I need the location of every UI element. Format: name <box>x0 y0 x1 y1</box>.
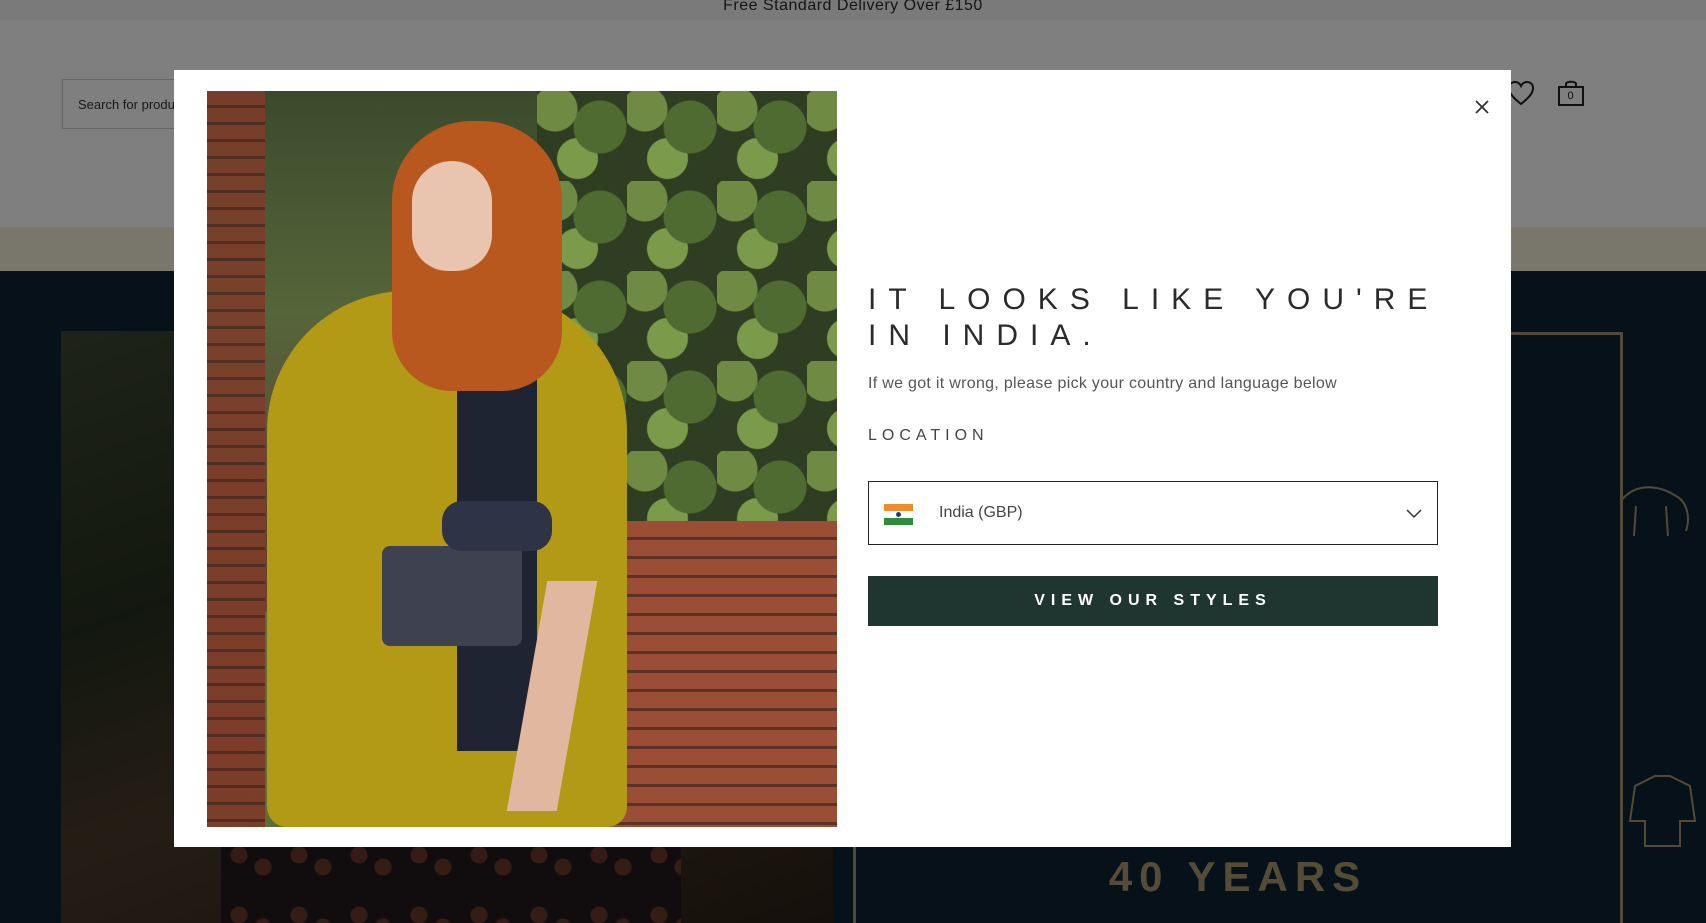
image-handbag <box>382 546 522 646</box>
image-glove <box>442 501 552 551</box>
modal-image <box>207 91 837 827</box>
modal-title: IT LOOKS LIKE YOU'RE IN INDIA. <box>868 282 1448 354</box>
image-wall <box>207 91 265 827</box>
view-our-styles-button[interactable]: VIEW OUR STYLES <box>868 576 1438 626</box>
location-label: LOCATION <box>868 427 989 444</box>
location-value: India (GBP) <box>939 504 1023 521</box>
close-icon[interactable] <box>1467 92 1497 122</box>
modal-subtitle: If we got it wrong, please pick your cou… <box>868 375 1337 392</box>
modal-title-line1: IT LOOKS LIKE YOU'RE <box>868 283 1440 316</box>
chevron-down-icon <box>1406 509 1422 519</box>
country-selector-modal: IT LOOKS LIKE YOU'RE IN INDIA. If we got… <box>174 70 1511 847</box>
modal-title-line2: IN INDIA. <box>868 319 1103 352</box>
image-face <box>412 161 492 271</box>
location-select[interactable]: India (GBP) <box>868 481 1438 545</box>
india-flag-icon <box>884 504 913 525</box>
